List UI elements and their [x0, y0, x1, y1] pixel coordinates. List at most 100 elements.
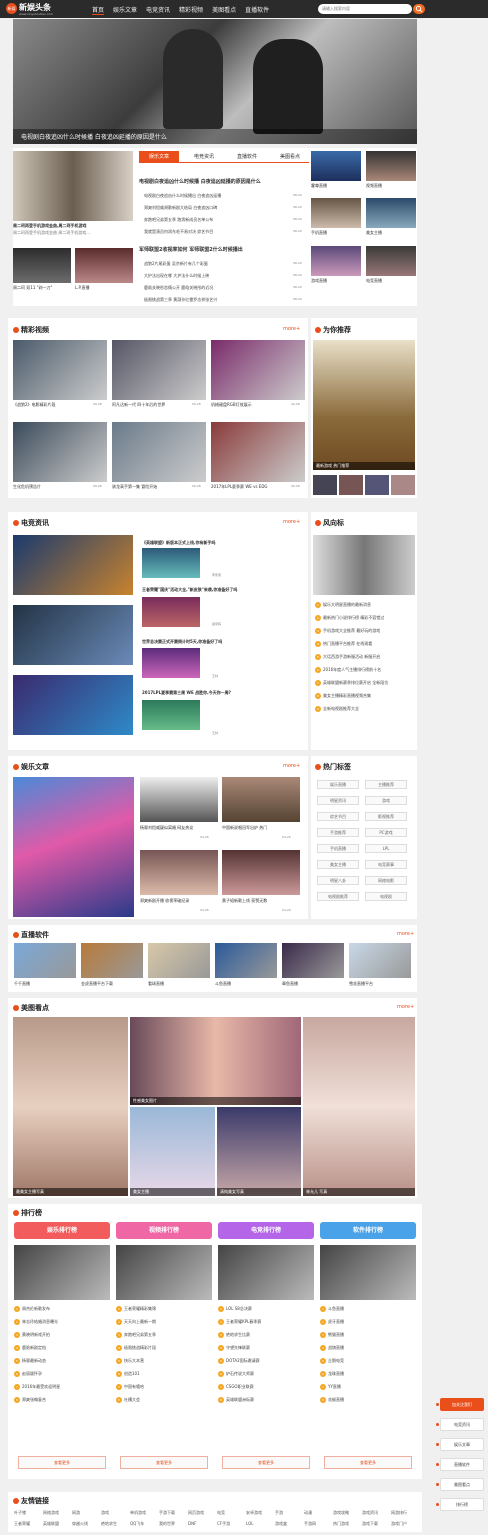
rank-item[interactable]: 7 YY直播 [320, 1384, 416, 1390]
nav-home[interactable]: 首页 [92, 5, 105, 15]
beauty-image-large[interactable]: 最美女主播写真 [13, 1017, 128, 1196]
right-thumb[interactable] [311, 246, 361, 276]
tag-chip[interactable]: 美女主播 [317, 860, 359, 869]
fengyun-item[interactable]: 1 娱乐大明星直播的最新消息 [315, 602, 413, 608]
video-thumb[interactable] [211, 422, 305, 482]
rank-item[interactable]: 2 天天向上最新一期 [116, 1319, 212, 1325]
news-item[interactable]: 郑爽刘恺威胡歌新剧大结局 白夜追凶口碑 [144, 205, 284, 211]
ent-thumb[interactable] [222, 850, 300, 895]
nav-beauty[interactable]: 美图看点 [212, 5, 236, 15]
software-title[interactable]: 斗鱼直播 [215, 981, 277, 987]
recommend-thumb[interactable] [365, 475, 389, 495]
friend-link[interactable]: 手游下载 [159, 1510, 187, 1516]
friend-link[interactable]: DNF [188, 1521, 216, 1526]
feature-left-thumb-title-1[interactable]: 周二珂 双11 "剁一刀" [13, 285, 71, 291]
rank-item[interactable]: 8 花椒直播 [320, 1397, 416, 1403]
rank-item[interactable]: 3 绝地求生比赛 [218, 1332, 314, 1338]
right-thumb-title[interactable]: 美女主播 [366, 230, 416, 236]
friend-link[interactable]: 单机游戏 [130, 1510, 158, 1516]
feature-left-thumb-2[interactable] [75, 248, 133, 283]
friend-link[interactable]: 我的世界 [159, 1521, 187, 1527]
rank-head[interactable]: 视频排行榜 [116, 1222, 212, 1239]
sidebar-link[interactable]: 电竞资讯 [440, 1418, 484, 1431]
esports-more-link[interactable]: more+ [283, 519, 300, 525]
video-thumb[interactable] [211, 340, 305, 400]
rank-item[interactable]: 1 周杰伦新歌发布 [14, 1306, 110, 1312]
rank-item[interactable]: 4 守望先锋联赛 [218, 1345, 314, 1351]
video-title[interactable]: 阿凡达新一代 四十年后的世界 [112, 402, 182, 408]
tab-entertainment[interactable]: 娱乐文章 [139, 151, 179, 163]
beauty-image[interactable]: 美女主播 [130, 1107, 215, 1196]
fengyun-item[interactable]: 5 大话西游手游新服活动 新服开启 [315, 654, 413, 660]
esports-image[interactable] [13, 605, 133, 665]
friend-link[interactable]: 电竞 [217, 1510, 245, 1516]
esports-item-title[interactable]: 王者荣耀"国庆"活动大全,"新皮肤"来袭,你准备好了吗 [142, 587, 302, 593]
rank-more-button[interactable]: 查看更多 [18, 1456, 106, 1469]
right-thumb[interactable] [366, 246, 416, 276]
rank-item[interactable]: 3 黄晓明新戏开拍 [14, 1332, 110, 1338]
friend-link[interactable]: 网游 [72, 1510, 100, 1516]
friend-link[interactable]: 安卓游戏 [246, 1510, 274, 1516]
news-item[interactable]: 极限挑战第三季 黄渤孙红雷罗志祥张艺兴 [144, 297, 284, 303]
fengyun-image[interactable] [313, 535, 415, 595]
search-input[interactable]: 请输入搜索内容 [318, 4, 412, 14]
ent-item-title[interactable]: 中国新说唱冠军出炉 热门 [222, 825, 300, 831]
rank-item[interactable]: 7 CSGO职业联赛 [218, 1384, 314, 1390]
friend-link[interactable]: 网络游戏 [43, 1510, 71, 1516]
rank-item[interactable]: 1 斗鱼直播 [320, 1306, 416, 1312]
right-thumb[interactable] [366, 151, 416, 181]
tag-chip[interactable]: 电竞赛事 [365, 860, 407, 869]
news-item[interactable]: 电视剧白夜追凶什么时候播出 白夜追凶延播 [144, 193, 284, 199]
friend-link[interactable]: 网页游戏 [188, 1510, 216, 1516]
video-thumb[interactable] [13, 422, 107, 482]
beauty-more-link[interactable]: more+ [397, 1004, 414, 1010]
sidebar-link[interactable]: 美图看点 [440, 1478, 484, 1491]
fengyun-item[interactable]: 3 手机游戏大全推荐 最好玩的游戏 [315, 628, 413, 634]
rank-item[interactable]: 2 林志玲结婚消息曝光 [14, 1319, 110, 1325]
rank-item[interactable]: 6 炉石传说大师赛 [218, 1371, 314, 1377]
tag-chip[interactable]: 手机直播 [317, 844, 359, 853]
nav-esports[interactable]: 电竞资讯 [146, 5, 170, 15]
rank-item[interactable]: 8 吐槽大会 [116, 1397, 212, 1403]
esports-thumb[interactable] [142, 648, 200, 678]
tag-chip[interactable]: 手游推荐 [317, 828, 359, 837]
logo-icon[interactable]: 新娱 [6, 3, 17, 14]
tag-chip[interactable]: 综艺节目 [317, 812, 359, 821]
rank-item[interactable]: 7 中国有嘻哈 [116, 1384, 212, 1390]
video-title[interactable]: 《战狼2》电影精彩片段 [13, 402, 83, 408]
software-thumb[interactable] [14, 943, 76, 978]
rank-more-button[interactable]: 查看更多 [222, 1456, 310, 1469]
software-title[interactable]: 金虎直播平台下载 [81, 981, 143, 987]
feature-left-thumb-1[interactable] [13, 248, 71, 283]
feature-left-thumb-title-2[interactable]: L.P.直播 [75, 285, 133, 291]
fengyun-item[interactable]: 9 全新电视剧推荐大全 [315, 706, 413, 712]
rank-image[interactable] [320, 1245, 416, 1300]
rank-image[interactable] [116, 1245, 212, 1300]
tag-chip[interactable]: 影视推荐 [365, 812, 407, 821]
rank-item[interactable]: 1 LOL S8总决赛 [218, 1306, 314, 1312]
friend-link[interactable]: 英雄联盟 [43, 1521, 71, 1527]
right-thumb[interactable] [366, 198, 416, 228]
video-title[interactable]: 生化危机预告片 [13, 484, 83, 490]
tag-chip[interactable]: 电视剧 [365, 892, 407, 901]
fengyun-item[interactable]: 6 2016年度人气主播排行榜前十名 [315, 667, 413, 673]
esports-item-title[interactable]: 《英雄联盟》新版本正式上线,你有新手吗 [142, 540, 302, 546]
videos-more-link[interactable]: more+ [283, 326, 300, 332]
ent-item-title[interactable]: 黄子韬新歌上线 获赞无数 [222, 898, 300, 904]
tag-chip[interactable]: 电视剧推荐 [317, 892, 359, 901]
right-thumb[interactable] [311, 198, 361, 228]
hero-banner[interactable]: 电视剧白夜追凶什么时候播 白夜追凶延播的原因是什么 [13, 19, 417, 144]
rank-image[interactable] [218, 1245, 314, 1300]
friend-link[interactable]: 游戏盒 [275, 1521, 303, 1527]
esports-image[interactable] [13, 675, 133, 735]
nav-software[interactable]: 直播软件 [245, 5, 269, 15]
friend-link[interactable]: 王者荣耀 [14, 1521, 42, 1527]
fengyun-item[interactable]: 2 最新热门小说排行榜 精彩不容错过 [315, 615, 413, 621]
rank-item[interactable]: 2 王者荣耀KPL春季赛 [218, 1319, 314, 1325]
friend-link[interactable]: 游戏下载 [362, 1521, 390, 1527]
software-thumb[interactable] [148, 943, 210, 978]
friend-link[interactable]: QQ飞车 [130, 1521, 158, 1527]
friend-link[interactable]: 手游 [275, 1510, 303, 1516]
recommend-thumb[interactable] [339, 475, 363, 495]
friend-link[interactable]: 游戏攻略 [333, 1510, 361, 1516]
